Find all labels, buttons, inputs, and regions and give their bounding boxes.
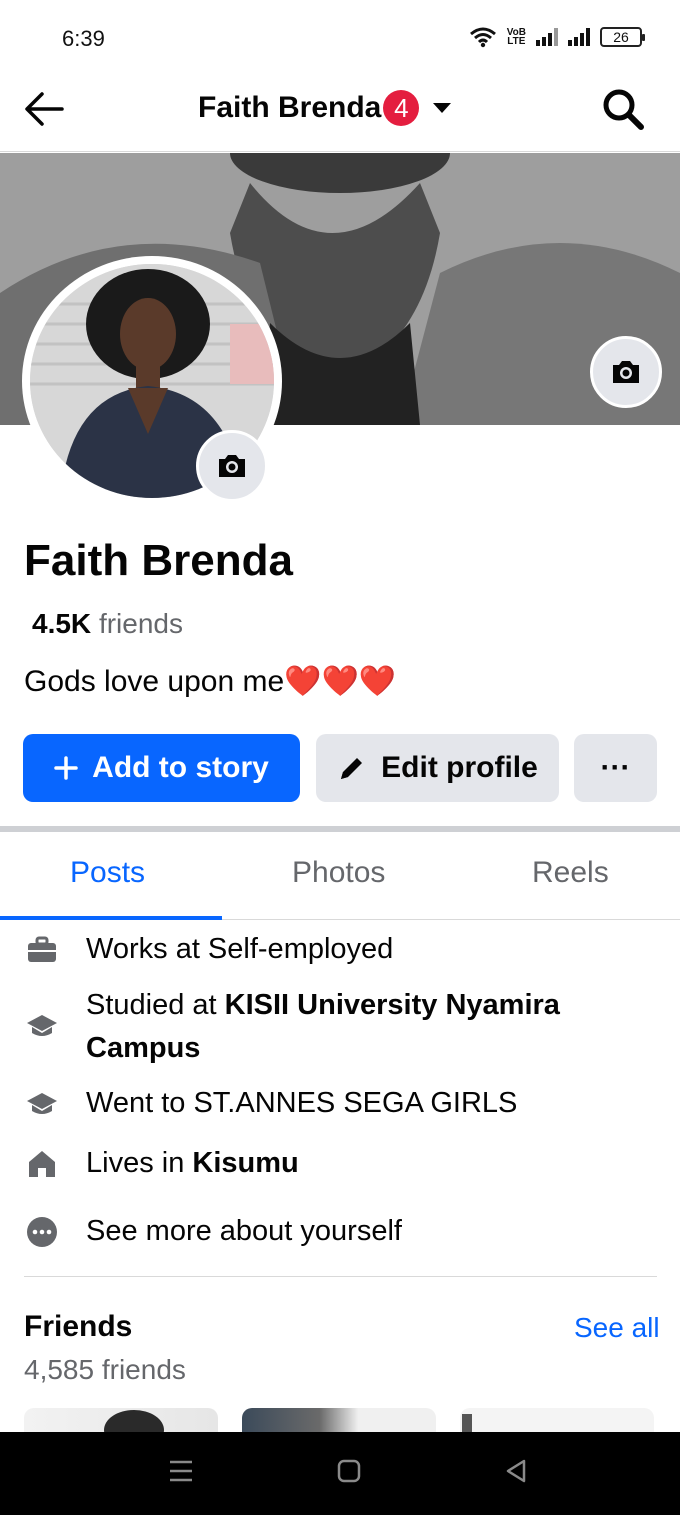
signal-icon — [536, 28, 558, 46]
studied-prefix: Studied at — [86, 989, 225, 1021]
divider — [24, 1276, 657, 1277]
see-more-text: See more about yourself — [86, 1215, 402, 1247]
friends-section-title: Friends — [24, 1310, 133, 1343]
bio-text: Gods love upon me — [24, 665, 285, 698]
signal-icon-2 — [568, 28, 590, 46]
profile-camera-button[interactable] — [196, 430, 268, 502]
bio: Gods love upon me❤️❤️❤️ — [24, 664, 396, 699]
went-to-text: Went to ST.ANNES SEGA GIRLS — [86, 1087, 518, 1119]
more-options-button[interactable]: ··· — [574, 734, 657, 802]
recent-apps-icon[interactable] — [168, 1458, 194, 1484]
back-arrow-icon — [25, 92, 64, 126]
work-text: Works at Self-employed — [86, 933, 394, 965]
camera-icon — [613, 361, 639, 383]
caret-down-icon — [433, 103, 452, 113]
tab-reels[interactable]: Reels — [532, 856, 609, 890]
edit-profile-button[interactable]: Edit profile — [316, 734, 559, 802]
intro-see-more[interactable]: See more about yourself — [24, 1210, 626, 1253]
cover-camera-button[interactable] — [590, 336, 662, 408]
profile-name: Faith Brenda — [24, 536, 293, 585]
camera-icon — [219, 455, 245, 477]
top-header: Faith Brenda 4 — [0, 72, 680, 152]
battery-icon: 26 — [600, 27, 645, 47]
friends-label: friends — [98, 608, 183, 639]
notification-badge: 4 — [383, 90, 420, 126]
edit-profile-label: Edit profile — [381, 751, 538, 784]
header-title: Faith Brenda — [198, 91, 382, 124]
graduation-cap-icon — [24, 1086, 60, 1122]
intro-lives: Lives in Kisumu — [24, 1142, 626, 1185]
more-circle-icon — [24, 1214, 60, 1250]
status-time: 6:39 — [62, 26, 105, 51]
friends-summary[interactable]: 4.5K friends — [32, 608, 183, 640]
active-tab-indicator — [0, 916, 222, 920]
wifi-icon — [469, 27, 496, 48]
see-all-friends-link[interactable]: See all — [574, 1312, 660, 1344]
profile-tabs: Posts Photos Reels — [0, 832, 680, 920]
home-icon — [24, 1146, 60, 1182]
intro-studied: Studied at KISII University Nyamira Camp… — [24, 984, 626, 1070]
add-to-story-button[interactable]: Add to story — [23, 734, 300, 802]
volte-indicator: VoB LTE — [506, 27, 526, 47]
lives-text: Lives in Kisumu — [86, 1142, 626, 1185]
profile-switcher[interactable]: Faith Brenda 4 — [198, 90, 452, 126]
friends-total: 4,585 friends — [24, 1354, 186, 1385]
back-nav-icon[interactable] — [504, 1458, 528, 1484]
system-nav-bar — [0, 1432, 680, 1515]
more-icon: ··· — [600, 751, 631, 784]
intro-went-to: Went to ST.ANNES SEGA GIRLS — [24, 1082, 626, 1125]
studied-text: Studied at KISII University Nyamira Camp… — [86, 984, 626, 1070]
bio-hearts: ❤️❤️❤️ — [284, 665, 397, 698]
lives-prefix: Lives in — [86, 1147, 193, 1179]
search-icon — [603, 89, 644, 130]
graduation-cap-icon — [24, 1008, 60, 1044]
friends-count: 4.5K — [32, 608, 92, 639]
lives-city[interactable]: Kisumu — [192, 1147, 298, 1179]
add-to-story-label: Add to story — [92, 751, 269, 784]
briefcase-icon — [24, 932, 60, 968]
status-bar: 6:39 VoB LTE 26 — [0, 0, 680, 70]
intro-work: Works at Self-employed — [24, 928, 626, 971]
tab-photos[interactable]: Photos — [292, 856, 385, 890]
back-button[interactable] — [22, 86, 68, 132]
pencil-icon — [341, 758, 363, 779]
search-button[interactable] — [598, 84, 648, 134]
plus-icon — [54, 756, 78, 780]
tab-posts[interactable]: Posts — [70, 856, 145, 890]
status-icons: VoB LTE 26 — [469, 26, 645, 48]
home-button-icon[interactable] — [337, 1458, 361, 1484]
